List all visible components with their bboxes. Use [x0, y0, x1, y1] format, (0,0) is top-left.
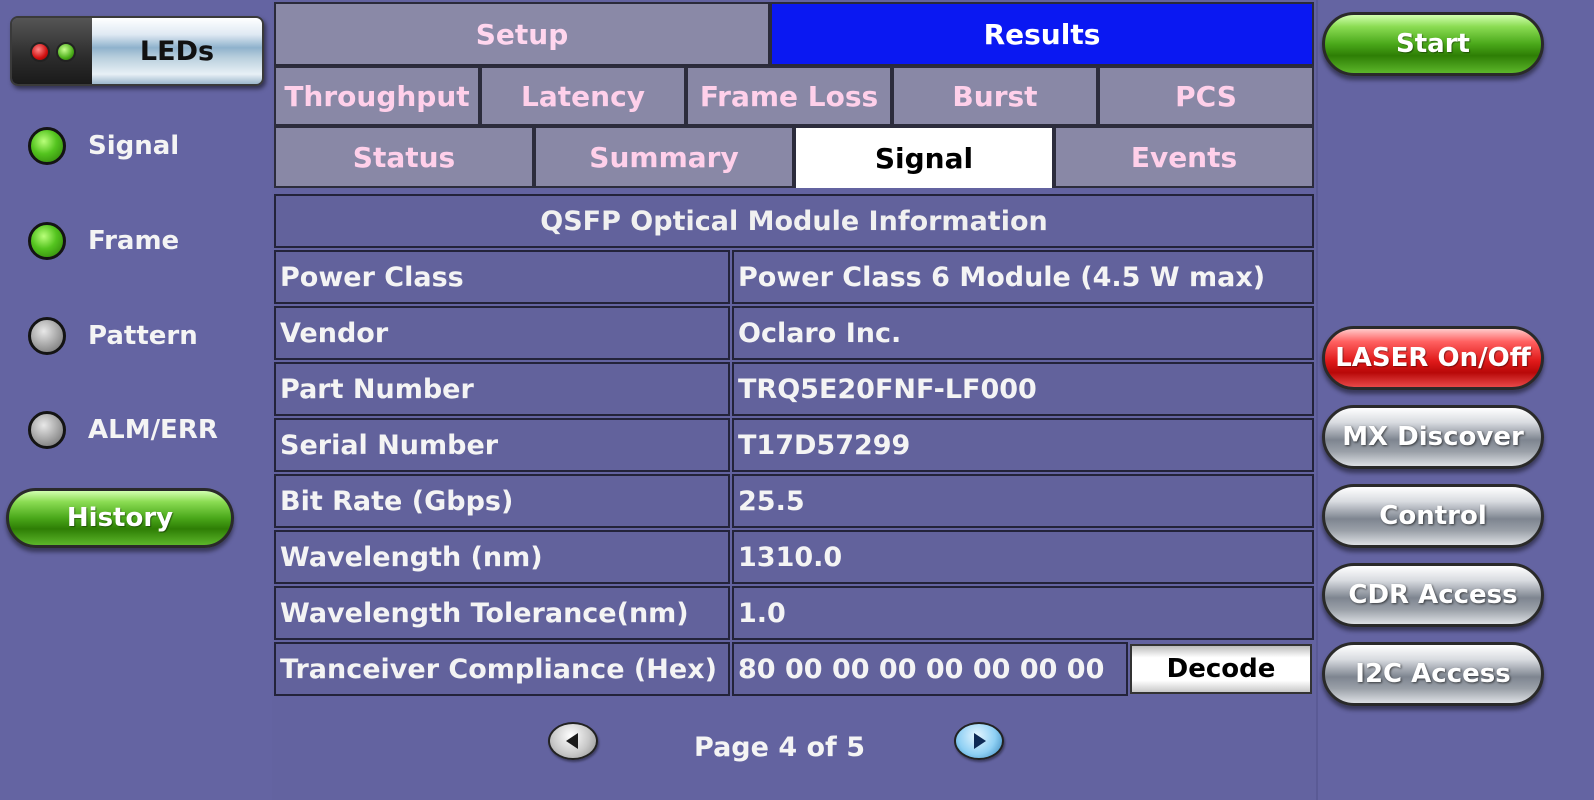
row-label: Bit Rate (Gbps): [274, 474, 730, 528]
tab-results[interactable]: Results: [770, 2, 1314, 66]
tab-throughput[interactable]: Throughput: [274, 66, 480, 126]
led-item-pattern: Pattern: [28, 316, 198, 356]
pattern-led-icon: [28, 317, 66, 355]
led-label: Frame: [88, 226, 180, 256]
green-led-icon: [56, 42, 76, 62]
leds-header-indicator: [12, 18, 92, 84]
row-value: 25.5: [732, 474, 1314, 528]
next-page-button[interactable]: [954, 722, 1004, 760]
tab-status[interactable]: Status: [274, 126, 534, 188]
led-label: Pattern: [88, 321, 198, 351]
left-arrow-icon: [566, 733, 578, 749]
row-value: Oclaro Inc.: [732, 306, 1314, 360]
tab-burst[interactable]: Burst: [892, 66, 1098, 126]
row-label: Vendor: [274, 306, 730, 360]
result-tabs: Throughput Latency Frame Loss Burst PCS: [274, 66, 1314, 126]
table-row: Bit Rate (Gbps) 25.5: [274, 474, 1314, 528]
table-row: Wavelength Tolerance(nm) 1.0: [274, 586, 1314, 640]
tab-frame-loss[interactable]: Frame Loss: [686, 66, 892, 126]
start-button[interactable]: Start: [1322, 12, 1544, 76]
module-info-title: QSFP Optical Module Information: [274, 194, 1314, 248]
row-value: TRQ5E20FNF-LF000: [732, 362, 1314, 416]
page-indicator: Page 4 of 5: [694, 732, 865, 763]
table-row: Wavelength (nm) 1310.0: [274, 530, 1314, 584]
top-tabs: Setup Results: [274, 2, 1314, 66]
row-label: Serial Number: [274, 418, 730, 472]
row-label: Wavelength Tolerance(nm): [274, 586, 730, 640]
decode-button[interactable]: Decode: [1130, 644, 1312, 694]
led-label: Signal: [88, 131, 180, 161]
row-value: T17D57299: [732, 418, 1314, 472]
led-item-frame: Frame: [28, 221, 179, 261]
app-window: LEDs Signal Frame Pattern ALM/ERR Histor…: [0, 0, 1594, 800]
pager: Page 4 of 5: [274, 720, 1314, 780]
tab-setup[interactable]: Setup: [274, 2, 770, 66]
cdr-access-button[interactable]: CDR Access: [1322, 563, 1544, 627]
tab-latency[interactable]: Latency: [480, 66, 686, 126]
frame-led-icon: [28, 222, 66, 260]
leds-header[interactable]: LEDs: [10, 16, 264, 86]
table-row: Vendor Oclaro Inc.: [274, 306, 1314, 360]
right-arrow-icon: [974, 733, 986, 749]
row-value: 80 00 00 00 00 00 00 00: [732, 642, 1128, 696]
table-row: Part Number TRQ5E20FNF-LF000: [274, 362, 1314, 416]
tab-signal[interactable]: Signal: [794, 126, 1054, 188]
table-row: Power Class Power Class 6 Module (4.5 W …: [274, 250, 1314, 304]
led-item-signal: Signal: [28, 126, 179, 166]
red-led-icon: [30, 42, 50, 62]
actions-panel: Start LASER On/Off MX Discover Control C…: [1316, 0, 1594, 800]
table-row: Tranceiver Compliance (Hex) 80 00 00 00 …: [274, 642, 1314, 696]
table-row: Serial Number T17D57299: [274, 418, 1314, 472]
row-label: Power Class: [274, 250, 730, 304]
row-label: Part Number: [274, 362, 730, 416]
tab-summary[interactable]: Summary: [534, 126, 794, 188]
signal-led-icon: [28, 127, 66, 165]
main-area: Setup Results Throughput Latency Frame L…: [274, 0, 1314, 800]
view-tabs: Status Summary Signal Events: [274, 126, 1314, 188]
mx-discover-button[interactable]: MX Discover: [1322, 405, 1544, 469]
prev-page-button[interactable]: [548, 722, 598, 760]
row-value: Power Class 6 Module (4.5 W max): [732, 250, 1314, 304]
row-label: Tranceiver Compliance (Hex): [274, 642, 730, 696]
tab-events[interactable]: Events: [1054, 126, 1314, 188]
led-item-alm-err: ALM/ERR: [28, 410, 218, 450]
row-value: 1310.0: [732, 530, 1314, 584]
leds-panel: LEDs Signal Frame Pattern ALM/ERR Histor…: [0, 0, 272, 800]
row-value: 1.0: [732, 586, 1314, 640]
alm-err-led-icon: [28, 411, 66, 449]
laser-toggle-button[interactable]: LASER On/Off: [1322, 326, 1544, 390]
history-button[interactable]: History: [6, 488, 234, 548]
i2c-access-button[interactable]: I2C Access: [1322, 642, 1544, 706]
led-label: ALM/ERR: [88, 415, 218, 445]
leds-title: LEDs: [92, 18, 262, 84]
tab-pcs[interactable]: PCS: [1098, 66, 1314, 126]
row-label: Wavelength (nm): [274, 530, 730, 584]
control-button[interactable]: Control: [1322, 484, 1544, 548]
